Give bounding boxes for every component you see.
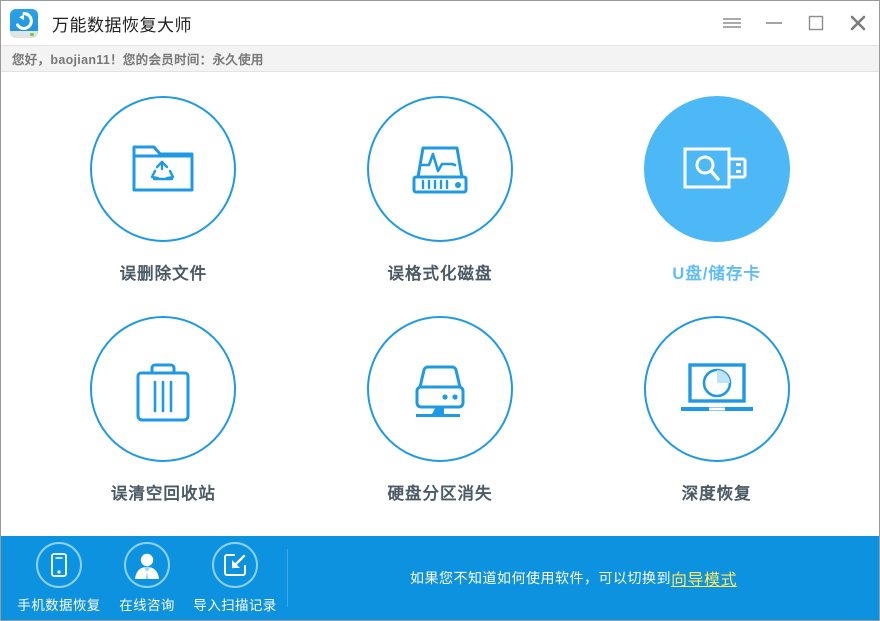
maximize-button[interactable]	[795, 1, 837, 45]
quick-action-circle	[212, 542, 258, 588]
mode-usb-memory-card[interactable]: U盘/储存卡	[578, 90, 855, 310]
greeting-text: 您好，baojian11！您的会员时间：永久使用	[12, 53, 264, 67]
hard-disk-stand-icon	[415, 365, 465, 417]
person-avatar-icon	[135, 553, 159, 579]
mode-circle	[643, 96, 790, 242]
mode-circle	[643, 316, 790, 462]
menu-button[interactable]	[711, 1, 753, 45]
close-button[interactable]	[837, 1, 879, 45]
bottom-bar: 手机数据恢复 在线咨询 导入扫描记录 如果您不知道如何使用软件，可以切换到 向导…	[1, 536, 879, 620]
maximize-icon	[808, 15, 824, 31]
mode-label: 误删除文件	[119, 265, 208, 283]
mode-label: 误清空回收站	[110, 485, 216, 503]
quick-action-online-consult[interactable]: 在线咨询	[103, 542, 191, 614]
folder-recycle-icon	[132, 145, 194, 192]
mode-circle	[366, 316, 513, 462]
hint-area: 如果您不知道如何使用软件，可以切换到 向导模式	[288, 536, 879, 620]
mobile-phone-icon	[51, 553, 67, 577]
logo-base	[10, 31, 38, 37]
mode-label: 硬盘分区消失	[387, 485, 493, 503]
mode-emptied-recycle-bin[interactable]: 误清空回收站	[25, 310, 302, 530]
quick-action-phone-recovery[interactable]: 手机数据恢复	[15, 542, 103, 614]
usb-search-icon	[683, 147, 747, 189]
wizard-mode-link[interactable]: 向导模式	[671, 566, 737, 590]
close-icon	[850, 15, 866, 31]
import-arrow-icon	[224, 554, 246, 576]
logo-refresh-glyph	[16, 12, 33, 30]
laptop-pie-icon	[680, 363, 753, 411]
quick-action-import-scan-record[interactable]: 导入扫描记录	[191, 542, 279, 614]
mode-circle	[90, 96, 237, 242]
app-window: 万能数据恢复大师 您好，baojian11！您的会员时间：永久使用 误删除文件 …	[0, 0, 880, 621]
mode-circle	[366, 96, 513, 242]
title-bar: 万能数据恢复大师	[1, 1, 879, 45]
mode-label: 误格式化磁盘	[387, 265, 493, 283]
quick-action-label: 手机数据恢复	[17, 598, 101, 613]
quick-action-circle	[36, 542, 82, 588]
quick-action-label: 导入扫描记录	[193, 598, 277, 613]
mode-label: U盘/储存卡	[672, 265, 761, 283]
mode-label: 深度恢复	[681, 485, 752, 503]
disk-pulse-icon	[412, 146, 468, 194]
minimize-icon	[766, 22, 782, 24]
trash-can-icon	[136, 363, 190, 422]
quick-action-label: 在线咨询	[119, 598, 175, 613]
greeting-bar: 您好，baojian11！您的会员时间：永久使用	[1, 45, 879, 72]
hint-text: 如果您不知道如何使用软件，可以切换到	[409, 570, 671, 586]
window-controls	[711, 1, 879, 45]
mode-circle	[90, 316, 237, 462]
recovery-logo-icon	[10, 9, 38, 37]
quick-actions: 手机数据恢复 在线咨询 导入扫描记录	[1, 536, 279, 620]
app-title: 万能数据恢复大师	[52, 15, 192, 35]
hamburger-menu-icon	[723, 18, 741, 28]
mode-lost-partition[interactable]: 硬盘分区消失	[302, 310, 579, 530]
mode-deep-recovery[interactable]: 深度恢复	[578, 310, 855, 530]
minimize-button[interactable]	[753, 1, 795, 45]
mode-formatted-disk[interactable]: 误格式化磁盘	[302, 90, 579, 310]
quick-action-circle	[124, 542, 170, 588]
mode-deleted-files[interactable]: 误删除文件	[25, 90, 302, 310]
recovery-mode-grid: 误删除文件 误格式化磁盘 U盘/储存卡 误清空回收站 硬盘分区消失 深度恢复	[1, 72, 879, 536]
